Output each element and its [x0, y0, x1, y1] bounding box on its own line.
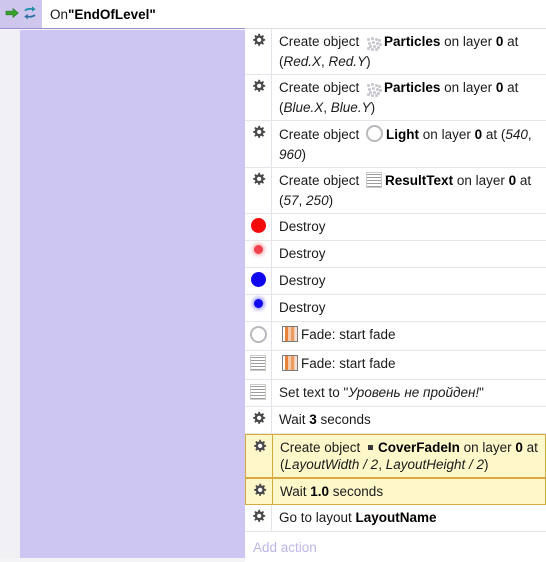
condition-trigger-name: "EndOfLevel"	[68, 6, 156, 22]
action-icon-cell	[245, 380, 272, 406]
action-text: Create object Particles on layer 0 at (B…	[279, 80, 519, 115]
action-text: Fade: start fade	[272, 322, 546, 350]
fade-behavior-icon	[282, 326, 298, 346]
ring-icon	[249, 326, 267, 343]
event-sheet-row: On "EndOfLevel" Create object Particles …	[0, 0, 546, 562]
action-text: Destroy	[279, 246, 326, 261]
action-text: Create object Light on layer 0 at (540, …	[279, 125, 532, 162]
gear-icon	[251, 411, 266, 426]
particles-object-icon	[366, 36, 382, 53]
action-text: Create object Particles on layer 0 at (R…	[279, 34, 519, 69]
action-icon-cell	[245, 407, 272, 433]
action-text: Destroy	[279, 273, 326, 288]
action-row[interactable]: Fade: start fade	[245, 322, 546, 351]
action-icon-cell	[245, 75, 272, 120]
action-icon-cell	[245, 295, 272, 321]
action-text: Create object ResultText on layer 0 at (…	[279, 172, 532, 208]
action-row[interactable]: Destroy	[245, 268, 546, 295]
action-row[interactable]: Create object Particles on layer 0 at (R…	[245, 29, 546, 75]
action-text: Destroy	[279, 300, 326, 315]
action-row[interactable]: Create object Light on layer 0 at (540, …	[245, 121, 546, 168]
condition-icon-gutter	[0, 0, 42, 29]
action-row[interactable]: Set text to "Уровень не пройден!"	[245, 380, 546, 407]
action-icon-cell	[246, 435, 273, 477]
gear-icon	[252, 483, 267, 498]
action-text: Wait 1.0 seconds	[280, 484, 384, 499]
red-circle-small-icon	[253, 245, 263, 254]
action-icon-cell	[245, 121, 272, 167]
action-row[interactable]: Destroy	[245, 295, 546, 322]
light-object-icon	[366, 125, 384, 146]
action-text: Destroy	[279, 219, 326, 234]
right-arrow-icon	[4, 5, 20, 24]
condition-text-area[interactable]: On "EndOfLevel"	[42, 0, 245, 29]
text-object-icon	[250, 355, 266, 371]
action-row[interactable]: Wait 3 seconds	[245, 407, 546, 434]
gear-icon	[251, 509, 266, 524]
action-icon-cell	[245, 168, 272, 213]
gear-icon	[251, 125, 266, 140]
text-object-icon	[366, 172, 383, 192]
action-icon-cell	[245, 322, 272, 350]
action-text: Set text to "Уровень не пройден!"	[279, 385, 484, 400]
action-row[interactable]: Destroy	[245, 241, 546, 268]
condition-right-filler	[245, 0, 546, 29]
action-icon-cell	[245, 351, 272, 379]
gear-icon	[251, 79, 266, 94]
action-text: Wait 3 seconds	[279, 412, 371, 427]
gear-icon	[252, 439, 267, 454]
action-row[interactable]: Wait 1.0 seconds	[245, 478, 546, 505]
action-icon-cell	[245, 241, 272, 267]
action-list: Create object Particles on layer 0 at (R…	[245, 29, 546, 562]
action-text: Fade: start fade	[272, 351, 546, 379]
action-row[interactable]: Fade: start fade	[245, 351, 546, 380]
action-icon-cell	[245, 214, 272, 240]
action-icon-cell	[246, 479, 273, 504]
action-row[interactable]: Go to layout LayoutName	[245, 505, 546, 532]
action-row[interactable]: Create object CoverFadeIn on layer 0 at …	[245, 434, 546, 478]
action-text: Go to layout LayoutName	[279, 510, 437, 525]
event-block-body[interactable]	[20, 30, 245, 558]
gear-icon	[251, 33, 266, 48]
blue-circle-large-icon	[250, 272, 266, 287]
action-icon-cell	[245, 505, 272, 531]
action-icon-cell	[245, 268, 272, 294]
add-action-label: Add action	[253, 539, 317, 555]
action-text: Create object CoverFadeIn on layer 0 at …	[280, 440, 538, 472]
sheet-left-margin	[0, 30, 20, 558]
fade-behavior-icon	[282, 355, 298, 375]
text-object-icon	[250, 384, 266, 400]
action-row[interactable]: Create object ResultText on layer 0 at (…	[245, 168, 546, 214]
condition-header: On "EndOfLevel"	[0, 0, 546, 30]
gear-icon	[251, 172, 266, 187]
red-circle-large-icon	[250, 218, 266, 233]
coverfadein-object-icon	[368, 445, 374, 450]
particles-object-icon	[366, 82, 382, 99]
condition-prefix: On	[50, 6, 69, 22]
blue-circle-small-icon	[253, 299, 263, 308]
action-row[interactable]: Destroy	[245, 214, 546, 241]
loop-arrows-icon	[21, 5, 39, 24]
action-row[interactable]: Create object Particles on layer 0 at (B…	[245, 75, 546, 121]
action-icon-cell	[245, 29, 272, 74]
